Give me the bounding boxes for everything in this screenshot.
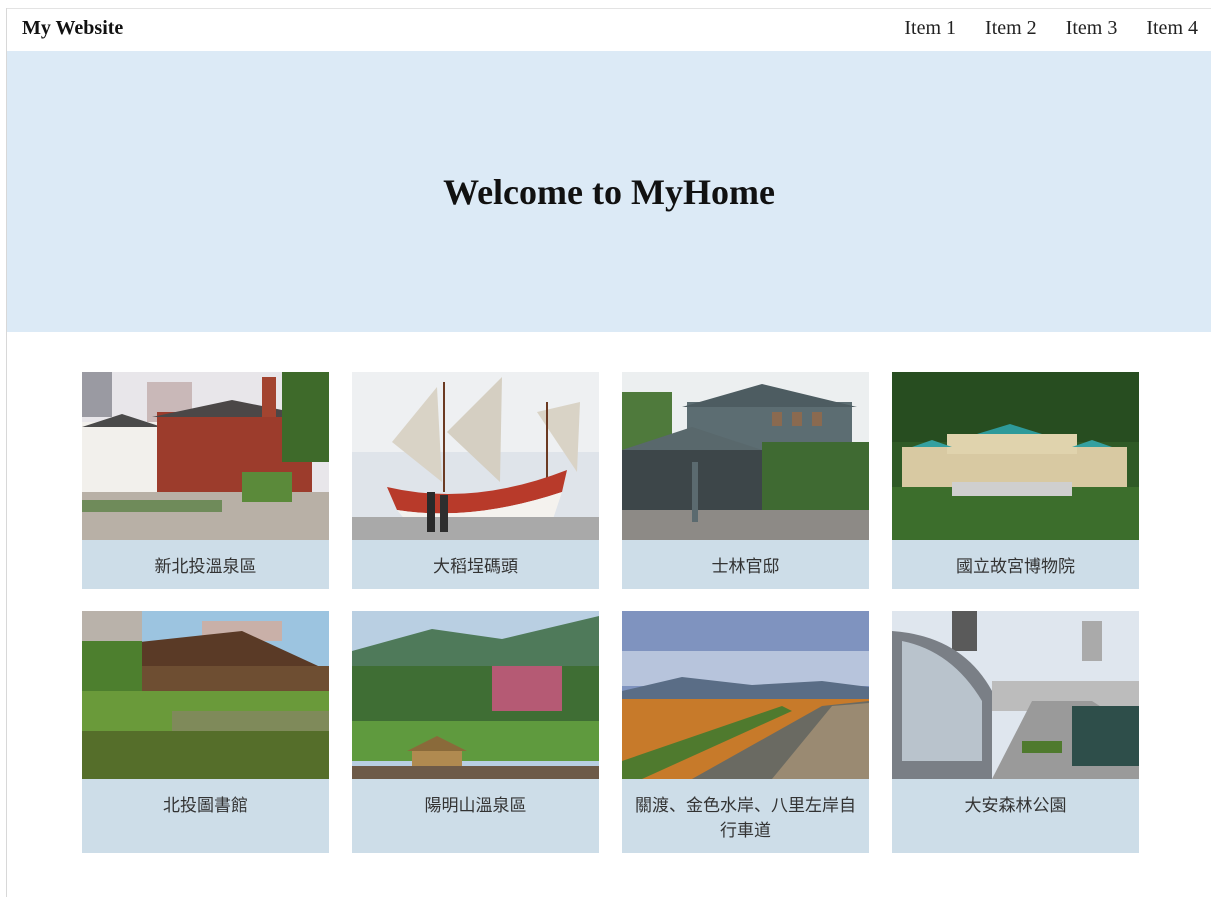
site-brand[interactable]: My Website — [22, 17, 123, 40]
hero-title: Welcome to MyHome — [443, 172, 775, 212]
nav-item-1[interactable]: Item 1 — [904, 17, 956, 40]
card-palace-museum[interactable]: 國立故宮博物院 — [892, 372, 1139, 589]
card-caption: 大稻埕碼頭 — [433, 557, 518, 577]
card-shilin-residence[interactable]: 士林官邸 — [622, 372, 869, 589]
nav-menu: Item 1 Item 2 Item 3 Item 4 — [904, 17, 1198, 40]
card-daan-park[interactable]: 大安森林公園 — [892, 611, 1139, 853]
card-caption: 士林官邸 — [711, 557, 780, 577]
card-caption: 國立故宮博物院 — [956, 557, 1075, 577]
card-image-xinbeitou — [82, 372, 329, 540]
nav-item-2[interactable]: Item 2 — [985, 17, 1037, 40]
card-image-bike-path — [622, 611, 869, 779]
card-image-beitou-library — [82, 611, 329, 779]
nav-item-4[interactable]: Item 4 — [1146, 17, 1198, 40]
card-caption: 陽明山溫泉區 — [424, 796, 527, 816]
card-beitou-library[interactable]: 北投圖書館 — [82, 611, 329, 853]
card-yangmingshan[interactable]: 陽明山溫泉區 — [352, 611, 599, 853]
card-image-yangmingshan — [352, 611, 599, 779]
card-caption: 北投圖書館 — [163, 796, 248, 816]
navbar: My Website Item 1 Item 2 Item 3 Item 4 — [7, 9, 1211, 51]
card-image-shilin-residence — [622, 372, 869, 540]
card-image-palace-museum — [892, 372, 1139, 540]
card-bike-path[interactable]: 關渡、金色水岸、八里左岸自行車道 — [622, 611, 869, 853]
card-caption: 新北投溫泉區 — [154, 557, 257, 577]
card-caption: 關渡、金色水岸、八里左岸自行車道 — [635, 796, 856, 841]
card-xinbeitou[interactable]: 新北投溫泉區 — [82, 372, 329, 589]
card-dadaocheng[interactable]: 大稻埕碼頭 — [352, 372, 599, 589]
card-image-dadaocheng — [352, 372, 599, 540]
card-image-daan-park — [892, 611, 1139, 779]
hero-banner: Welcome to MyHome — [7, 51, 1211, 332]
card-caption: 大安森林公園 — [964, 796, 1067, 816]
nav-item-3[interactable]: Item 3 — [1066, 17, 1118, 40]
